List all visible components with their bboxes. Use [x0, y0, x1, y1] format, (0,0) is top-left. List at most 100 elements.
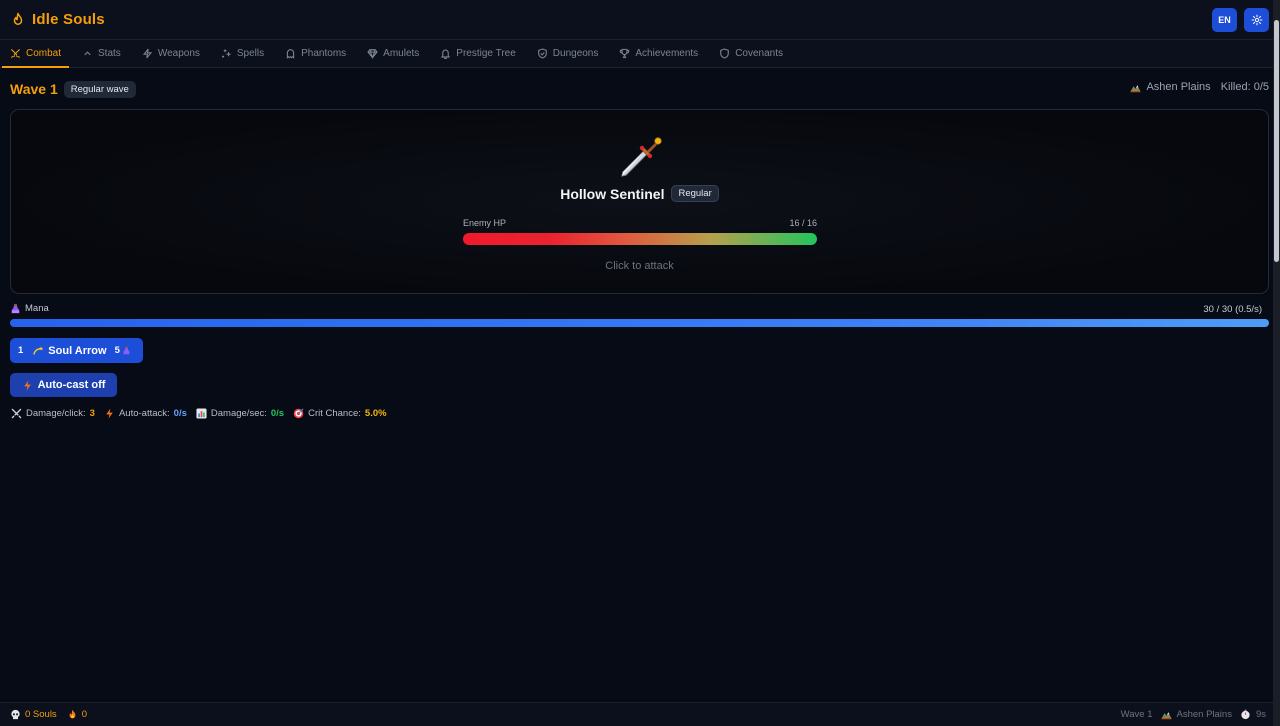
timer-icon [1241, 709, 1250, 720]
embers-counter: 0 [67, 709, 87, 720]
potion-icon [11, 303, 20, 314]
embers-value: 0 [81, 709, 87, 720]
ghost-icon [286, 49, 295, 59]
settings-button[interactable] [1244, 8, 1269, 32]
mana-value: 30 / 30 (0.5/s) [1203, 304, 1262, 315]
stat-label: Crit Chance: [308, 408, 361, 419]
tab-achievements[interactable]: Achievements [611, 40, 706, 67]
tab-covenants[interactable]: Covenants [711, 40, 791, 67]
crossed-swords-icon [10, 48, 21, 59]
scrollbar-thumb[interactable] [1274, 20, 1279, 262]
chevron-up-icon [84, 51, 91, 56]
stat-value: 3 [89, 408, 95, 419]
footer-time: 9s [1255, 709, 1266, 720]
enemy-rank-badge: Regular [671, 185, 719, 202]
spell-hotkey: 1 [18, 345, 24, 356]
lightning-icon [142, 48, 152, 59]
tab-label: Stats [98, 48, 121, 59]
wave-header: Wave 1 Regular wave Ashen Plains Killed:… [10, 79, 1269, 99]
stat-value: 5.0% [364, 408, 387, 419]
tab-dungeons[interactable]: Dungeons [529, 40, 607, 67]
tab-label: Combat [26, 48, 62, 59]
stat-label: Damage/sec: [210, 408, 267, 419]
tab-label: Achievements [635, 48, 699, 59]
shield-icon [537, 48, 547, 59]
stat-label: Auto-attack: [118, 408, 170, 419]
enemy-name: Hollow Sentinel [560, 185, 665, 202]
sparkles-icon [221, 49, 231, 58]
app-title: Idle Souls [32, 11, 105, 28]
crossed-swords-icon [11, 408, 22, 419]
stat-label: Damage/click: [26, 408, 86, 419]
page-scrollbar[interactable] [1273, 0, 1280, 726]
language-button[interactable]: EN [1212, 8, 1237, 32]
brand: Idle Souls [10, 11, 105, 28]
location-info: Ashen Plains [1130, 81, 1211, 93]
tab-spells[interactable]: Spells [213, 40, 272, 67]
tab-combat[interactable]: Combat [2, 40, 70, 68]
spell-name: Soul Arrow [48, 344, 107, 357]
tab-label: Prestige Tree [456, 48, 516, 59]
main-nav: Combat Stats Weapons Spells Phantoms Amu… [0, 40, 1273, 68]
fire-icon [69, 709, 76, 719]
autocast-label: Auto-cast off [37, 379, 106, 391]
tab-label: Amulets [383, 48, 420, 59]
combat-stats: Damage/click: 3 Auto-attack: 0/s Damage/… [11, 408, 387, 419]
bar-chart-icon [196, 408, 207, 419]
stat-value: 0/s [173, 408, 187, 419]
mountain-icon [1160, 712, 1172, 720]
stat-value: 0/s [270, 408, 285, 419]
lightning-icon [106, 408, 113, 419]
mana-label: Mana [25, 303, 49, 314]
enemy-hp-fill [463, 233, 817, 245]
app-header: Idle Souls EN [0, 0, 1273, 40]
footer-timer: 9s [1240, 709, 1266, 720]
spell-cost-value: 5 [114, 345, 120, 356]
dizzy-star-icon [33, 346, 44, 355]
battle-arena[interactable]: Hollow Sentinel Regular Enemy HP 16 / 16… [10, 109, 1269, 294]
tab-phantoms[interactable]: Phantoms [277, 40, 354, 67]
tab-amulets[interactable]: Amulets [359, 40, 427, 67]
tab-label: Weapons [157, 48, 200, 59]
stat-damage-click: Damage/click: 3 [11, 408, 95, 419]
footer-location: Ashen Plains [1160, 709, 1232, 720]
wave-type-badge: Regular wave [63, 80, 136, 98]
tab-label: Phantoms [301, 48, 347, 59]
mana-bar [10, 319, 1269, 327]
dagger-icon[interactable] [615, 130, 665, 180]
stat-auto-attack: Auto-attack: 0/s [104, 408, 187, 419]
bell-icon [441, 49, 451, 59]
mana-label-group: Mana [10, 303, 49, 314]
target-icon [293, 408, 304, 419]
tab-stats[interactable]: Stats [74, 40, 129, 67]
location-name: Ashen Plains [1146, 81, 1211, 93]
soul-arrow-spell-button[interactable]: 1 Soul Arrow 5 [10, 338, 143, 363]
stat-damage-sec: Damage/sec: 0/s [196, 408, 284, 419]
enemy-hp-value: 16 / 16 [789, 218, 817, 228]
trophy-icon [620, 48, 630, 59]
skull-icon [11, 709, 20, 720]
lightning-icon [23, 379, 31, 391]
footer-wave: Wave 1 [1120, 709, 1153, 720]
tab-prestige-tree[interactable]: Prestige Tree [432, 40, 523, 67]
enemy-hp-bar [463, 233, 817, 245]
shield-outline-icon [720, 48, 730, 59]
tab-label: Covenants [735, 48, 783, 59]
app-root: Idle Souls EN Combat Stats Weapons Spell… [0, 0, 1273, 726]
gear-icon [1251, 14, 1262, 26]
wave-title: Wave 1 [10, 81, 58, 97]
status-bar: 0 Souls 0 Wave 1 Ashen Plains 9s [0, 702, 1273, 726]
footer-location-name: Ashen Plains [1176, 709, 1232, 720]
tab-weapons[interactable]: Weapons [134, 40, 208, 67]
killed-counter: Killed: 0/5 [1220, 81, 1269, 93]
spell-cost: 5 [115, 345, 131, 356]
flame-icon [13, 12, 23, 25]
enemy-hp-label: Enemy HP [463, 218, 507, 228]
mana-fill [10, 319, 1269, 327]
tab-label: Dungeons [552, 48, 599, 59]
souls-value: 0 Souls [25, 709, 57, 720]
gem-icon [367, 49, 378, 59]
autocast-toggle-button[interactable]: Auto-cast off [10, 373, 117, 397]
mountain-icon [1130, 84, 1142, 92]
potion-icon [123, 346, 130, 355]
